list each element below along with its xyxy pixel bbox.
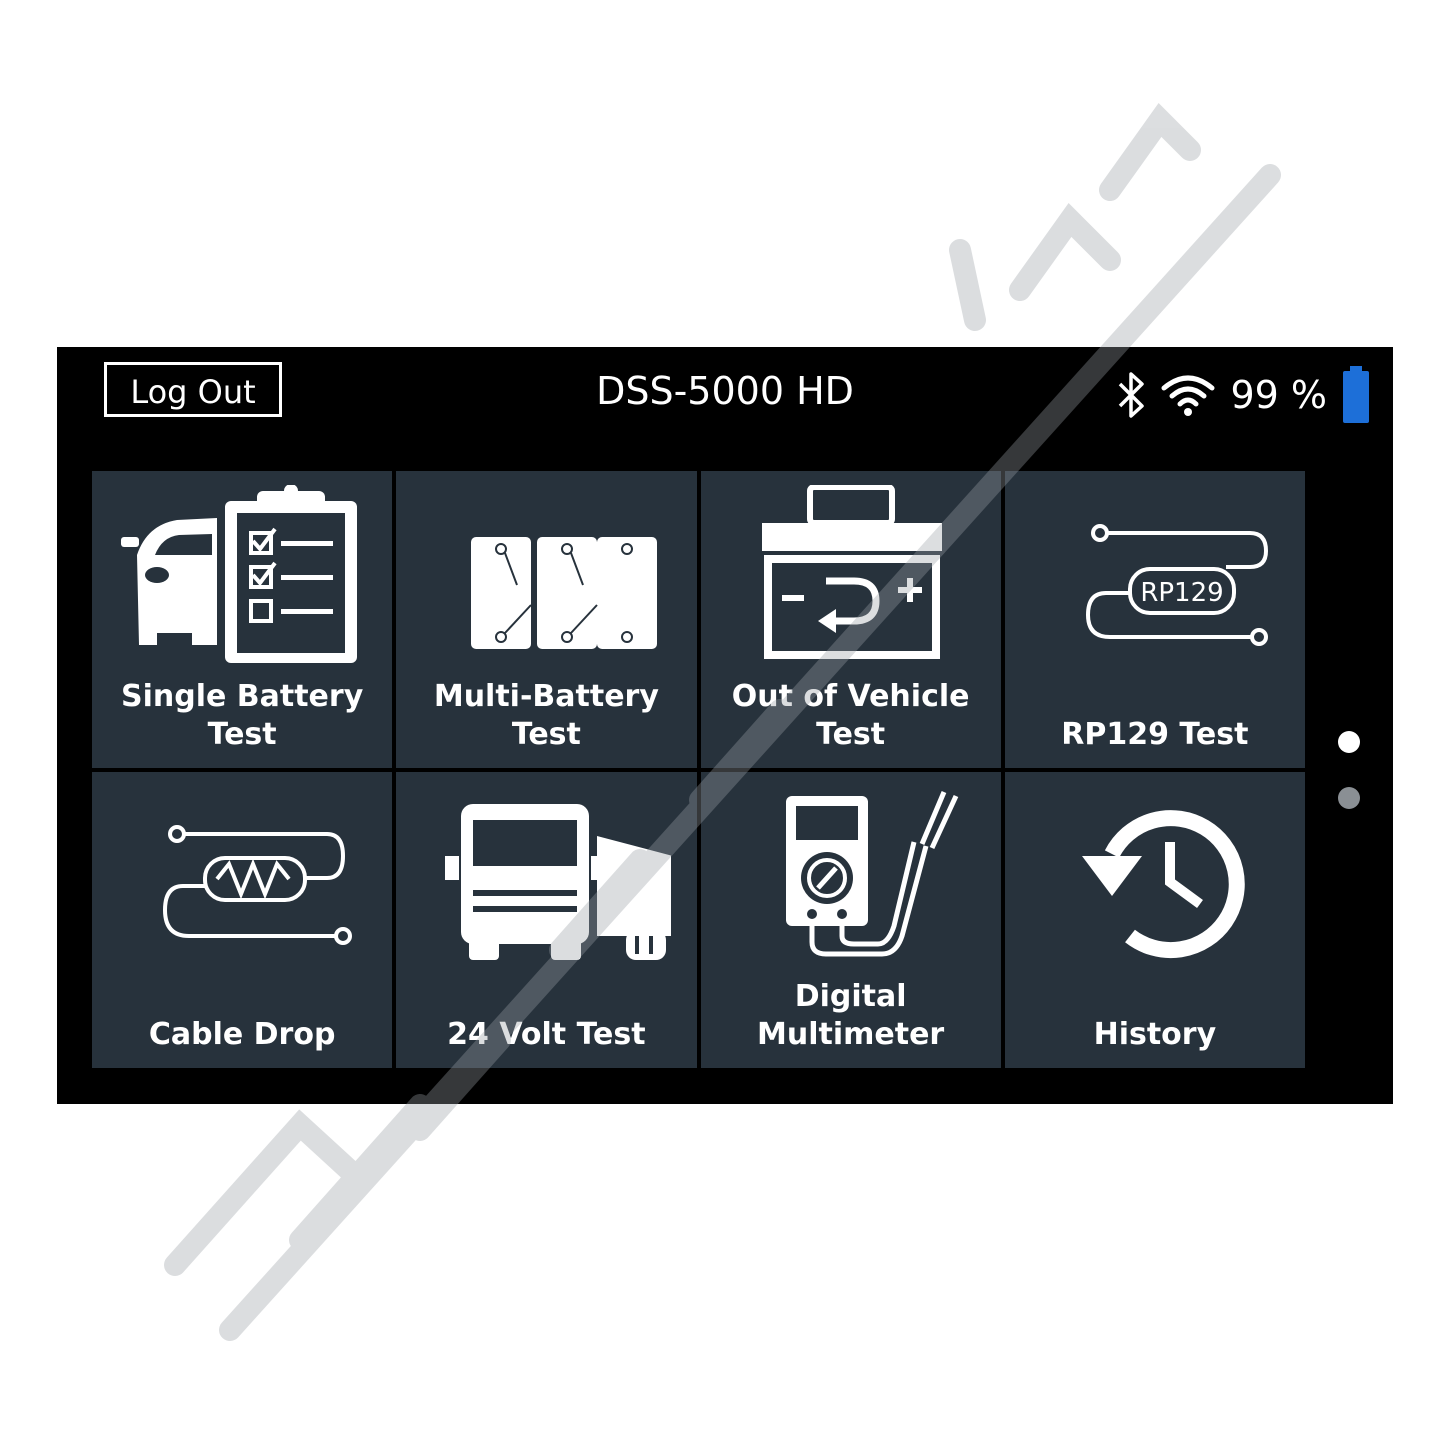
cable-resistor-icon	[163, 824, 353, 945]
history-icon	[1081, 809, 1245, 958]
battery-icon	[761, 485, 942, 659]
car-checklist-icon	[121, 485, 358, 663]
device-screen: Log Out DSS-5000 HD 99 % Single Battery …	[57, 347, 1393, 1104]
battery-icon	[1343, 366, 1369, 423]
rp129-icon-text: RP129	[1140, 578, 1223, 608]
truck-icon	[445, 803, 672, 960]
tile-label: RP129 Test	[1061, 716, 1249, 752]
multi-battery-icon	[471, 537, 658, 649]
rp129-cable-icon: RP129	[1085, 524, 1268, 646]
bluetooth-icon	[1119, 372, 1145, 418]
tile-label: History	[1093, 1017, 1217, 1052]
tile-label: 24 Volt Test	[447, 1017, 646, 1052]
page-indicator-active[interactable]	[1338, 731, 1360, 753]
single-battery-test-tile[interactable]: Single Battery Test	[92, 471, 393, 768]
status-bar: 99 %	[1116, 365, 1371, 425]
tile-label: Cable Drop	[148, 1017, 336, 1052]
tile-label: Digital Multimeter	[757, 979, 945, 1052]
page-indicator-inactive[interactable]	[1338, 787, 1360, 809]
24-volt-test-tile[interactable]: 24 Volt Test	[396, 771, 697, 1068]
cable-drop-tile[interactable]: Cable Drop	[92, 771, 393, 1068]
multimeter-icon	[785, 790, 958, 956]
digital-multimeter-tile[interactable]: Digital Multimeter	[700, 771, 1001, 1068]
battery-percent: 99 %	[1230, 373, 1327, 417]
wifi-icon	[1161, 375, 1215, 416]
history-tile[interactable]: History	[1004, 771, 1305, 1068]
tile-label: Multi-Battery Test	[433, 678, 659, 752]
tile-label: Single Battery Test	[120, 678, 364, 752]
multi-battery-test-tile[interactable]: Multi-Battery Test	[396, 471, 697, 768]
function-grid: Single Battery Test Multi-Battery Test O…	[92, 471, 1305, 1068]
out-of-vehicle-test-tile[interactable]: Out of Vehicle Test	[700, 471, 1001, 768]
tile-label: Out of Vehicle Test	[731, 678, 970, 752]
rp129-test-tile[interactable]: RP129 RP129 Test	[1004, 471, 1305, 768]
